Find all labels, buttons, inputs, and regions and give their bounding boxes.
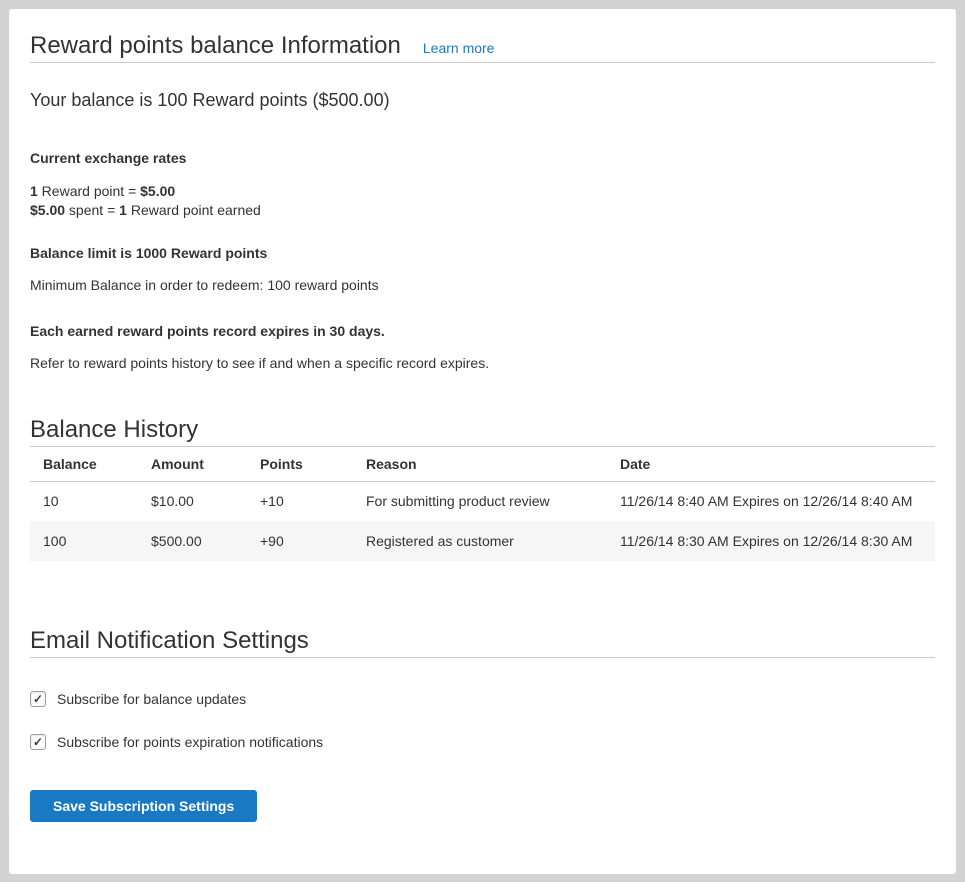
exchange-rate-line-2: $5.00 spent = 1 Reward point earned [30,201,935,220]
cell-points: +10 [247,481,353,521]
balance-updates-label[interactable]: Subscribe for balance updates [57,691,246,707]
points-expiration-label[interactable]: Subscribe for points expiration notifica… [57,734,323,750]
col-header-amount: Amount [138,447,247,481]
table-row: 100 $500.00 +90 Registered as customer 1… [30,521,935,561]
balance-limit-heading: Balance limit is 1000 Reward points [30,244,935,263]
col-header-date: Date [607,447,935,481]
table-header-row: Balance Amount Points Reason Date [30,447,935,481]
points-expiration-option: ✓ Subscribe for points expiration notifi… [30,734,935,750]
cell-date: 11/26/14 8:30 AM Expires on 12/26/14 8:3… [607,521,935,561]
cell-points: +90 [247,521,353,561]
cell-amount: $10.00 [138,481,247,521]
col-header-points: Points [247,447,353,481]
cell-reason: For submitting product review [353,481,607,521]
cell-date: 11/26/14 8:40 AM Expires on 12/26/14 8:4… [607,481,935,521]
page-header: Reward points balance Information Learn … [30,29,935,62]
email-settings-title: Email Notification Settings [30,624,935,657]
cell-balance: 10 [30,481,138,521]
minimum-balance-text: Minimum Balance in order to redeem: 100 … [30,276,935,295]
cell-balance: 100 [30,521,138,561]
save-subscription-button[interactable]: Save Subscription Settings [30,790,257,822]
balance-updates-checkbox[interactable]: ✓ [30,691,46,707]
col-header-reason: Reason [353,447,607,481]
balance-history-title: Balance History [30,413,935,446]
learn-more-link[interactable]: Learn more [423,40,495,56]
balance-updates-option: ✓ Subscribe for balance updates [30,691,935,707]
checkmark-icon: ✓ [33,692,43,706]
expiry-note: Refer to reward points history to see if… [30,354,935,373]
reward-points-card: Reward points balance Information Learn … [9,9,956,874]
points-expiration-checkbox[interactable]: ✓ [30,734,46,750]
exchange-rate-line-1: 1 Reward point = $5.00 [30,182,935,201]
balance-summary: Your balance is 100 Reward points ($500.… [30,88,935,112]
cell-reason: Registered as customer [353,521,607,561]
table-row: 10 $10.00 +10 For submitting product rev… [30,481,935,521]
email-settings-divider [30,657,935,658]
exchange-rates-heading: Current exchange rates [30,149,935,168]
col-header-balance: Balance [30,447,138,481]
cell-amount: $500.00 [138,521,247,561]
title-divider [30,62,935,63]
expiry-heading: Each earned reward points record expires… [30,322,935,341]
page-title: Reward points balance Information [30,29,401,62]
checkmark-icon: ✓ [33,735,43,749]
balance-history-table: Balance Amount Points Reason Date 10 $10… [30,447,935,561]
